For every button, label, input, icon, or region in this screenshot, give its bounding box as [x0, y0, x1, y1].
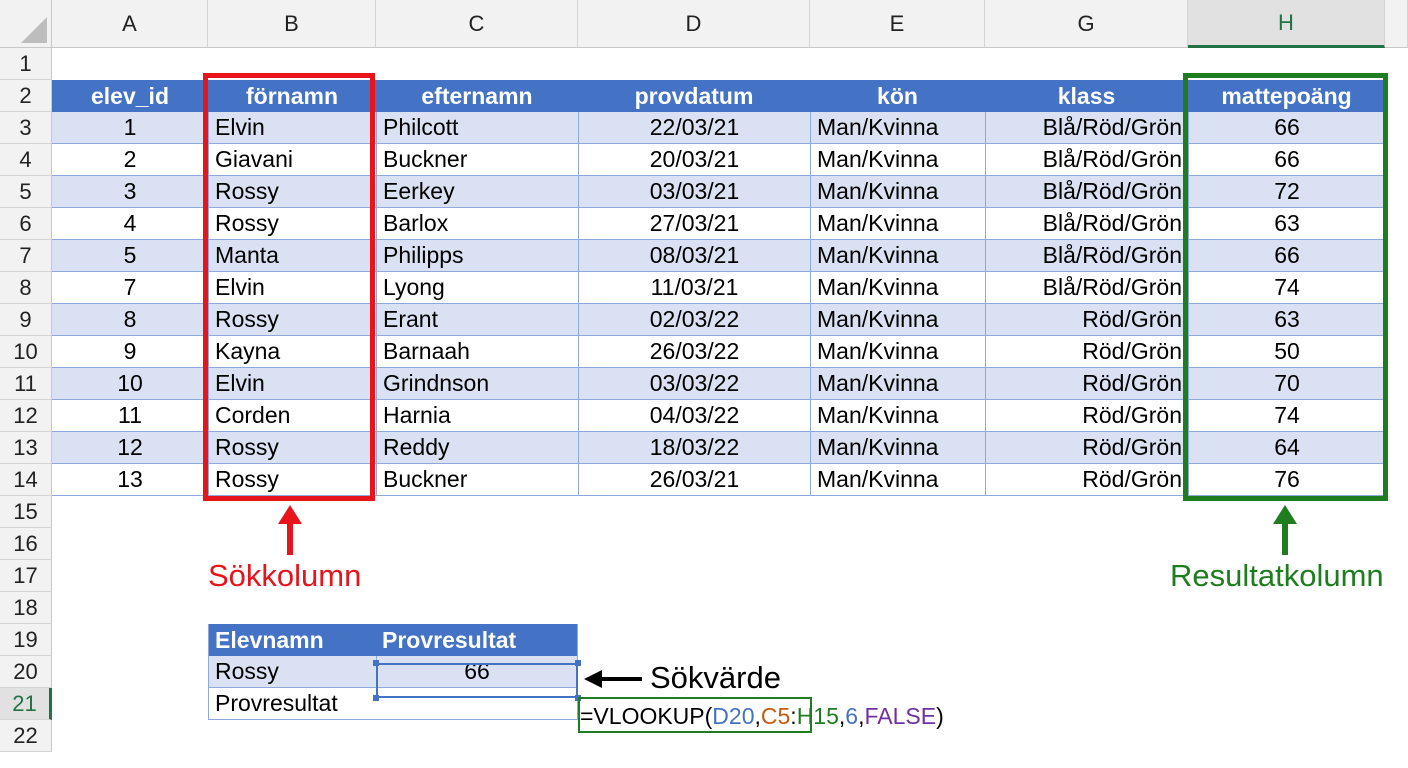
formula-fn: =VLOOKUP(	[580, 702, 713, 729]
formula-col-index: 6	[845, 702, 859, 729]
formula-ref-d20: D20	[712, 702, 755, 729]
arrow-up-icon-search	[278, 505, 302, 555]
selection-handle[interactable]	[575, 660, 581, 666]
arrow-left-icon-lookup	[584, 670, 642, 688]
annotation-arrows	[278, 505, 1297, 688]
search-column-label: Sökkolumn	[208, 558, 362, 593]
arrow-up-icon-result	[1273, 505, 1297, 555]
result-column-label: Resultatkolumn	[1170, 558, 1384, 593]
formula-ref-h15: H15	[796, 702, 839, 729]
lookup-value-label: Sökvärde	[650, 660, 781, 695]
lookup-value-selection	[376, 663, 578, 698]
formula-false: FALSE	[864, 702, 937, 729]
formula-text[interactable]: =VLOOKUP( D20 , C5 : H15 , 6 , FALSE )	[580, 699, 944, 733]
selection-handle[interactable]	[373, 695, 379, 701]
formula-ref-c5: C5	[760, 702, 791, 729]
selection-handle[interactable]	[373, 660, 379, 666]
formula-close: )	[936, 702, 944, 729]
